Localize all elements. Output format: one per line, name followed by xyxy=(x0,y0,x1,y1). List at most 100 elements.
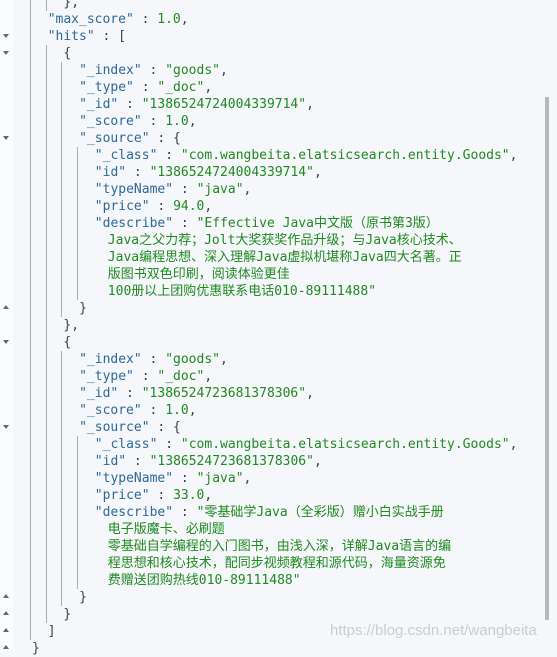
indent-guide xyxy=(77,572,79,589)
fold-arrow-down-icon[interactable] xyxy=(3,425,9,429)
indent-guide xyxy=(77,538,79,555)
fold-arrow-down-icon[interactable] xyxy=(3,340,9,344)
line-text: 版图书双色印刷，阅读体验更佳 xyxy=(108,266,290,283)
json-key: "max_score" xyxy=(47,12,134,27)
json-string: 程思想和核心技术，配同步视频教程和源代码，海量资源免 xyxy=(107,556,446,571)
line-text: "_index" : "goods", xyxy=(79,351,228,368)
indent-guide xyxy=(45,215,47,232)
indent-guide xyxy=(30,538,31,555)
json-string: 费赠送团购热线010-89111488" xyxy=(107,573,301,588)
json-string: "goods" xyxy=(165,63,220,78)
colon: : xyxy=(133,369,158,384)
indent-guide xyxy=(61,215,63,232)
fold-arrow-down-icon[interactable] xyxy=(3,51,9,55)
code-line: Java之父力荐；Jolt大奖获奖作品升级；与Java核心技术、 xyxy=(0,232,540,249)
indent-guide xyxy=(30,0,31,11)
indent-guide xyxy=(30,266,31,283)
colon: : xyxy=(157,148,181,163)
code-line: "max_score" : 1.0, xyxy=(0,11,540,28)
colon: : xyxy=(157,437,181,452)
indent-guide xyxy=(30,147,31,164)
indent-guide xyxy=(77,487,79,504)
code-line: Java编程思想、深入理解Java虚拟机堪称Java四大名著。正 xyxy=(0,249,540,266)
fold-arrow-up-icon[interactable] xyxy=(3,594,9,598)
json-response-viewer[interactable]: }, "max_score" : 1.0, "hits" : [{"_index" … xyxy=(0,0,540,657)
indent-guide xyxy=(61,300,63,317)
indent-guide xyxy=(61,249,63,266)
indent-guide xyxy=(45,249,47,266)
colon: : xyxy=(126,454,150,469)
indent-guide xyxy=(30,11,31,28)
line-text: "_score" : 1.0, xyxy=(79,402,196,419)
json-punctuation: , xyxy=(220,63,228,78)
indent-guide xyxy=(45,181,47,198)
indent-guide xyxy=(30,249,31,266)
fold-arrow-up-icon[interactable] xyxy=(3,645,9,649)
indent-guide xyxy=(61,113,63,130)
json-punctuation: , xyxy=(306,97,314,112)
line-text: "_score" : 1.0, xyxy=(79,113,196,130)
code-line: "_class" : "com.wangbeita.elatsicsearch.… xyxy=(0,436,540,453)
colon: : xyxy=(133,80,158,95)
indent-guide xyxy=(30,215,31,232)
indent-guide xyxy=(45,453,47,470)
vertical-scrollbar[interactable] xyxy=(545,97,549,620)
indent-guide xyxy=(30,419,31,436)
indent-guide xyxy=(45,436,47,453)
indent-guide xyxy=(30,96,31,113)
indent-guide xyxy=(45,385,47,402)
line-text: "_class" : "com.wangbeita.elatsicsearch.… xyxy=(95,436,518,453)
fold-arrow-up-icon[interactable] xyxy=(3,611,9,615)
json-punctuation: { xyxy=(173,420,181,435)
line-text: "price" : 94.0, xyxy=(95,198,212,215)
indent-guide xyxy=(77,164,79,181)
code-line: "price" : 33.0, xyxy=(0,487,540,504)
json-punctuation: [ xyxy=(118,29,126,44)
indent-guide xyxy=(45,572,47,589)
indent-guide xyxy=(61,147,63,164)
fold-arrow-down-icon[interactable] xyxy=(3,136,9,140)
code-line: "_score" : 1.0, xyxy=(0,113,540,130)
indent-guide xyxy=(77,521,79,538)
indent-guide xyxy=(77,555,79,572)
json-string: "_doc" xyxy=(157,369,205,384)
indent-guide xyxy=(30,198,31,215)
json-key: "_index" xyxy=(79,63,142,78)
line-text: "_type" : "_doc", xyxy=(79,368,212,385)
indent-guide xyxy=(30,385,31,402)
indent-guide xyxy=(30,572,31,589)
watermark: https://blog.csdn.net/wangbeita xyxy=(330,622,537,639)
fold-arrow-up-icon[interactable] xyxy=(3,628,9,632)
line-text: }, xyxy=(63,0,79,11)
line-text: Java编程思想、深入理解Java虚拟机堪称Java四大名著。正 xyxy=(108,249,462,266)
indent-guide xyxy=(61,79,63,96)
colon: : xyxy=(149,131,174,146)
code-line: "_id" : "1386524723681378306", xyxy=(0,385,540,402)
json-punctuation: }, xyxy=(63,0,80,10)
indent-guide xyxy=(30,504,31,521)
code-line: 程思想和核心技术，配同步视频教程和源代码，海量资源免 xyxy=(0,555,540,572)
code-line: "id" : "1386524724004339714", xyxy=(0,164,540,181)
indent-guide xyxy=(45,198,47,215)
line-text: } xyxy=(63,606,71,623)
indent-guide xyxy=(77,198,79,215)
indent-guide xyxy=(77,283,79,300)
code-line: "id" : "1386524723681378306", xyxy=(0,453,540,470)
code-line: { xyxy=(0,45,540,62)
fold-arrow-down-icon[interactable] xyxy=(3,34,9,38)
colon: : xyxy=(149,420,174,435)
indent-guide xyxy=(45,334,47,351)
json-string: "goods" xyxy=(165,352,220,367)
fold-arrow-up-icon[interactable] xyxy=(3,305,9,309)
indent-guide xyxy=(77,232,79,249)
json-key: "_score" xyxy=(79,403,142,418)
line-text: 100册以上团购优惠联系电话010-89111488" xyxy=(108,283,376,300)
indent-guide xyxy=(61,521,63,538)
line-text: "price" : 33.0, xyxy=(95,487,212,504)
indent-guide xyxy=(30,521,31,538)
indent-guide xyxy=(61,232,63,249)
indent-guide xyxy=(30,453,31,470)
json-string: "java" xyxy=(196,471,244,486)
code-line: } xyxy=(0,589,540,606)
json-punctuation: , xyxy=(313,454,322,469)
